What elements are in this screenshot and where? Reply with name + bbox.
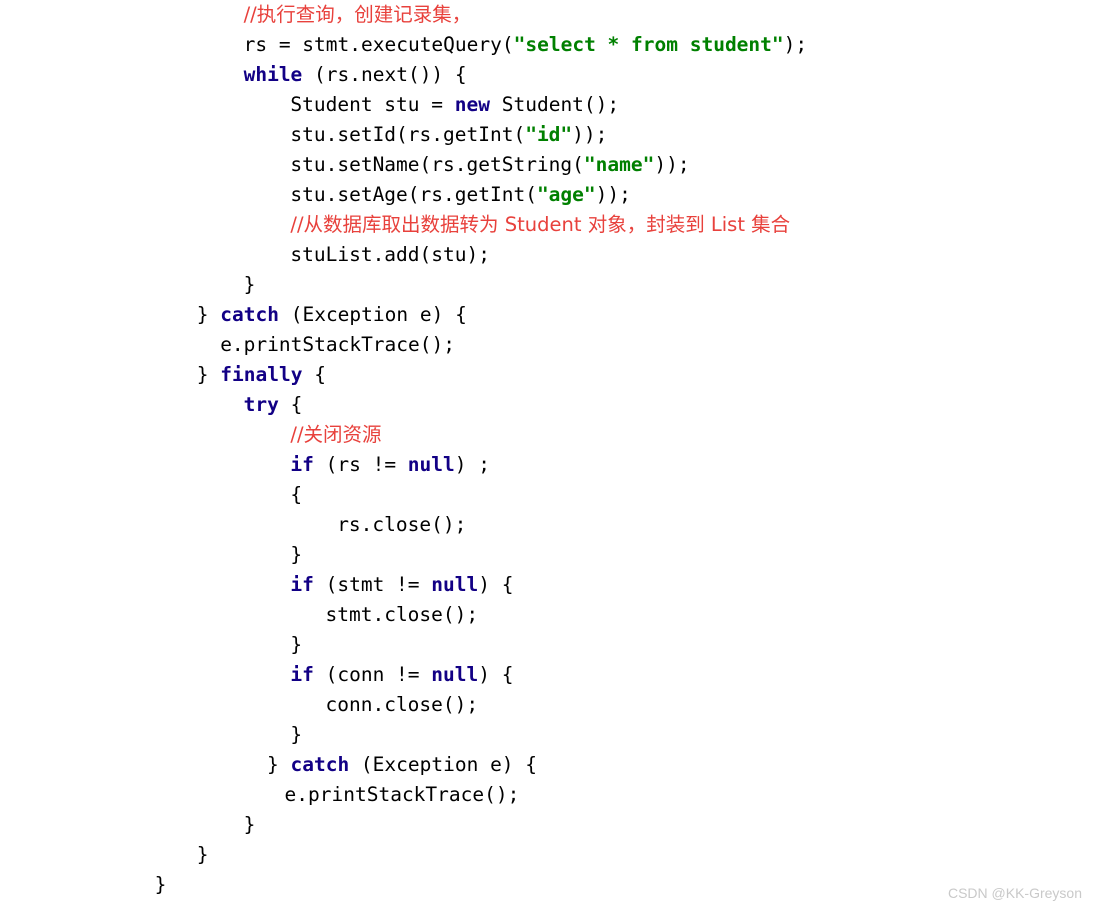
code-token-plain: (rs.next()) { — [302, 63, 467, 86]
code-line: } — [0, 870, 1096, 900]
code-line: e.printStackTrace(); — [0, 330, 1096, 360]
code-line: { — [0, 480, 1096, 510]
code-line: //从数据库取出数据转为 Student 对象，封装到 List 集合 — [0, 210, 1096, 240]
code-token-plain: } — [267, 753, 291, 776]
code-token-keyword: catch — [290, 753, 350, 776]
code-line: if (conn != null) { — [0, 660, 1096, 690]
code-line: } finally { — [0, 360, 1096, 390]
code-token-plain: } — [290, 633, 303, 656]
code-token-keyword: null — [431, 663, 479, 686]
code-token-plain: rs.close(); — [337, 513, 467, 536]
code-token-plain: stu.setId(rs.getInt( — [290, 123, 526, 146]
code-token-plain: )); — [572, 123, 608, 146]
code-token-string: "name" — [583, 153, 655, 176]
code-token-plain: stmt.close(); — [325, 603, 479, 626]
code-token-keyword: new — [454, 93, 490, 116]
code-token-keyword: catch — [220, 303, 279, 326]
code-line: } — [0, 720, 1096, 750]
code-token-plain: } — [196, 363, 221, 386]
code-line: rs = stmt.executeQuery("select * from st… — [0, 30, 1096, 60]
code-token-comment-cn: //执行查询，创建记录集， — [243, 3, 472, 26]
code-token-plain: } — [196, 843, 209, 866]
code-token-plain: (stmt != — [313, 573, 432, 596]
code-line: //关闭资源 — [0, 420, 1096, 450]
code-token-string: "id" — [525, 123, 573, 146]
code-token-plain: { — [302, 363, 326, 386]
code-token-plain: stu.setName(rs.getString( — [290, 153, 584, 176]
code-line: //执行查询，创建记录集， — [0, 0, 1096, 30]
code-token-string: "select * from student" — [513, 33, 784, 56]
code-line: } — [0, 810, 1096, 840]
code-token-plain: ) ; — [454, 453, 490, 476]
code-line: try { — [0, 390, 1096, 420]
code-token-keyword: while — [243, 63, 303, 86]
code-token-string: "age" — [536, 183, 596, 206]
code-line: Student stu = new Student(); — [0, 90, 1096, 120]
code-line: } — [0, 540, 1096, 570]
code-line: rs.close(); — [0, 510, 1096, 540]
code-listing[interactable]: //执行查询，创建记录集， rs = stmt.executeQuery("sel… — [0, 0, 1096, 900]
code-token-plain: ); — [783, 33, 808, 56]
code-line: if (stmt != null) { — [0, 570, 1096, 600]
code-token-plain: Student(); — [490, 93, 620, 116]
code-token-comment-cn: //从数据库取出数据转为 Student 对象，封装到 List 集合 — [290, 213, 791, 236]
code-line: stu.setAge(rs.getInt("age")); — [0, 180, 1096, 210]
code-line: } — [0, 270, 1096, 300]
code-line: conn.close(); — [0, 690, 1096, 720]
code-token-plain: stuList.add(stu); — [290, 243, 490, 266]
code-token-keyword: if — [290, 453, 314, 476]
code-line: stmt.close(); — [0, 600, 1096, 630]
code-line: if (rs != null) ; — [0, 450, 1096, 480]
code-line: stuList.add(stu); — [0, 240, 1096, 270]
code-token-plain: { — [290, 483, 303, 506]
code-token-plain: stu.setAge(rs.getInt( — [290, 183, 537, 206]
code-token-plain: e.printStackTrace(); — [284, 783, 520, 806]
code-token-plain: )); — [654, 153, 690, 176]
code-token-plain: } — [243, 273, 256, 296]
csdn-watermark: CSDN @KK-Greyson — [947, 885, 1082, 901]
code-line: } — [0, 630, 1096, 660]
code-token-plain: } — [196, 303, 221, 326]
code-line: e.printStackTrace(); — [0, 780, 1096, 810]
code-token-plain: (rs != — [313, 453, 408, 476]
code-token-plain: rs = stmt.executeQuery( — [243, 33, 514, 56]
code-token-comment-cn: //关闭资源 — [290, 423, 382, 446]
code-token-keyword: if — [290, 663, 314, 686]
code-token-plain: } — [290, 723, 303, 746]
code-token-plain: e.printStackTrace(); — [220, 333, 455, 356]
code-block: //执行查询，创建记录集， rs = stmt.executeQuery("sel… — [0, 0, 1096, 915]
code-token-plain: ) { — [478, 573, 514, 596]
code-token-keyword: null — [431, 573, 479, 596]
code-token-keyword: try — [243, 393, 279, 416]
code-line: stu.setId(rs.getInt("id")); — [0, 120, 1096, 150]
code-token-plain: (conn != — [313, 663, 432, 686]
code-token-keyword: if — [290, 573, 314, 596]
code-line: } — [0, 840, 1096, 870]
code-token-plain: } — [290, 543, 303, 566]
code-token-plain: conn.close(); — [325, 693, 479, 716]
code-token-plain: )); — [595, 183, 631, 206]
code-line: } catch (Exception e) { — [0, 750, 1096, 780]
code-line: while (rs.next()) { — [0, 60, 1096, 90]
code-token-keyword: null — [407, 453, 455, 476]
code-line: } catch (Exception e) { — [0, 300, 1096, 330]
code-token-plain: } — [154, 873, 167, 896]
code-token-plain: Student stu = — [290, 93, 455, 116]
code-token-plain: } — [243, 813, 256, 836]
code-token-plain: (Exception e) { — [349, 753, 538, 776]
code-token-plain: (Exception e) { — [278, 303, 467, 326]
code-token-plain: ) { — [478, 663, 514, 686]
code-token-plain: { — [278, 393, 303, 416]
code-line: stu.setName(rs.getString("name")); — [0, 150, 1096, 180]
code-token-keyword: finally — [220, 363, 303, 386]
